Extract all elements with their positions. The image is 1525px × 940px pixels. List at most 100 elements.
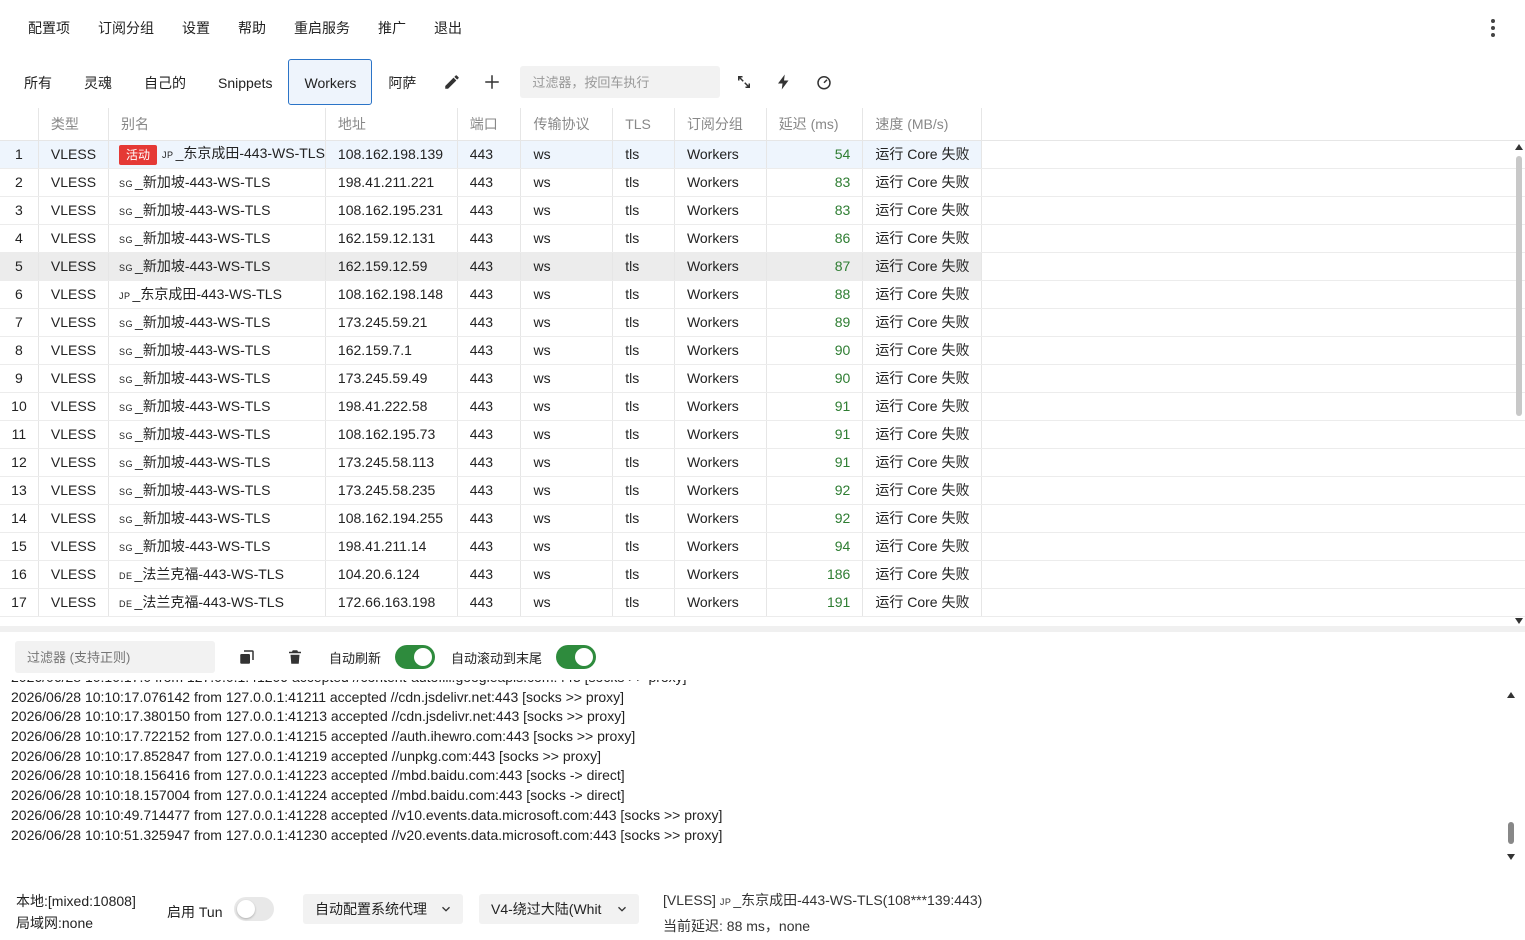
cell-index: 11	[0, 420, 39, 449]
col-index[interactable]	[0, 108, 39, 141]
cell-transport: ws	[520, 420, 614, 449]
cell-delay: 186	[766, 560, 864, 589]
cell-port: 443	[457, 336, 522, 365]
tab-workers[interactable]: Workers	[288, 59, 373, 105]
latency-gauge-icon[interactable]	[804, 59, 844, 105]
cell-type: VLESS	[38, 392, 110, 421]
menu-help[interactable]: 帮助	[224, 0, 280, 56]
cell-group: Workers	[674, 196, 767, 225]
table-row[interactable]: 15 VLESS SG _新加坡-443-WS-TLS 198.41.211.14 443…	[0, 532, 1525, 561]
table-row[interactable]: 1 VLESS 活动 JP _东京成田-443-WS-TLS 108.162.198.13…	[0, 140, 1525, 169]
cell-index: 8	[0, 336, 39, 365]
col-group[interactable]: 订阅分组	[674, 108, 767, 141]
table-row[interactable]: 13 VLESS SG _新加坡-443-WS-TLS 173.245.58.235 44…	[0, 476, 1525, 505]
tab-own[interactable]: 自己的	[128, 59, 202, 105]
country-code: SG	[119, 543, 134, 553]
pane-splitter[interactable]	[0, 626, 1525, 632]
table-row[interactable]: 16 VLESS DE _法兰克福-443-WS-TLS 104.20.6.124 443…	[0, 560, 1525, 589]
table-row[interactable]: 2 VLESS SG _新加坡-443-WS-TLS 198.41.211.221 443…	[0, 168, 1525, 197]
trash-icon[interactable]	[271, 641, 319, 673]
col-tls[interactable]: TLS	[612, 108, 675, 141]
cell-filler	[981, 560, 1525, 589]
menu-exit[interactable]: 退出	[420, 0, 476, 56]
cell-transport: ws	[520, 588, 614, 617]
cell-type: VLESS	[38, 308, 110, 337]
edit-group-icon[interactable]	[432, 59, 472, 105]
cell-speed: 运行 Core 失败	[862, 252, 983, 281]
table-row[interactable]: 6 VLESS JP _东京成田-443-WS-TLS 108.162.198.148 4…	[0, 280, 1525, 309]
cell-speed: 运行 Core 失败	[862, 532, 983, 561]
auto-refresh-label: 自动刷新	[329, 650, 382, 666]
cell-address: 108.162.194.255	[325, 504, 458, 533]
menu-promotion[interactable]: 推广	[364, 0, 420, 56]
system-proxy-select[interactable]: 自动配置系统代理	[303, 894, 463, 924]
log-scrollbar-thumb[interactable]	[1508, 822, 1514, 844]
tun-toggle[interactable]	[234, 897, 274, 921]
table-row[interactable]: 9 VLESS SG _新加坡-443-WS-TLS 173.245.59.49 443 w…	[0, 364, 1525, 393]
col-port[interactable]: 端口	[457, 108, 522, 141]
log-scroll-down-icon[interactable]	[1507, 854, 1515, 860]
cell-alias: 活动 JP _东京成田-443-WS-TLS	[108, 140, 326, 169]
copy-icon[interactable]	[223, 641, 271, 673]
table-row[interactable]: 8 VLESS SG _新加坡-443-WS-TLS 162.159.7.1 443 ws t…	[0, 336, 1525, 365]
cell-speed: 运行 Core 失败	[862, 588, 983, 617]
col-speed[interactable]: 速度 (MB/s)	[862, 108, 983, 141]
scrollbar-thumb[interactable]	[1516, 156, 1522, 416]
cell-address: 108.162.198.148	[325, 280, 458, 309]
cell-filler	[981, 448, 1525, 477]
cell-group: Workers	[674, 252, 767, 281]
menu-subscription[interactable]: 订阅分组	[84, 0, 168, 56]
table-scrollbar[interactable]	[1515, 144, 1523, 624]
cell-alias: SG _新加坡-443-WS-TLS	[108, 504, 326, 533]
log-scroll-up-icon[interactable]	[1507, 692, 1515, 698]
log-line: 2026/06/28 10:10:17.852847 from 127.0.0.…	[11, 747, 601, 764]
col-transport[interactable]: 传输协议	[520, 108, 614, 141]
table-row[interactable]: 12 VLESS SG _新加坡-443-WS-TLS 173.245.58.113 44…	[0, 448, 1525, 477]
table-row[interactable]: 3 VLESS SG _新加坡-443-WS-TLS 108.162.195.231 44…	[0, 196, 1525, 225]
table-row[interactable]: 7 VLESS SG _新加坡-443-WS-TLS 173.245.59.21 443 w…	[0, 308, 1525, 337]
log-filter-input[interactable]	[15, 641, 215, 673]
menu-settings[interactable]: 设置	[168, 0, 224, 56]
table-row[interactable]: 11 VLESS SG _新加坡-443-WS-TLS 108.162.195.73 44…	[0, 420, 1525, 449]
cell-speed: 运行 Core 失败	[862, 308, 983, 337]
add-group-icon[interactable]	[472, 59, 512, 105]
menu-restart-service[interactable]: 重启服务	[280, 0, 364, 56]
menu-config[interactable]: 配置项	[14, 0, 84, 56]
speed-test-bolt-icon[interactable]	[764, 59, 804, 105]
tab-asa[interactable]: 阿萨	[372, 59, 432, 105]
col-delay[interactable]: 延迟 (ms)	[766, 108, 864, 141]
cell-type: VLESS	[38, 560, 110, 589]
scroll-up-arrow-icon[interactable]	[1515, 144, 1523, 150]
tab-snippets[interactable]: Snippets	[202, 59, 288, 105]
table-row[interactable]: 17 VLESS DE _法兰克福-443-WS-TLS 172.66.163.198 4…	[0, 588, 1525, 617]
server-filter-input[interactable]	[520, 66, 721, 98]
log-output[interactable]: 2026/06/28 10:10:17.0 from 127.0.0.1:412…	[0, 680, 1525, 878]
cell-port: 443	[457, 448, 522, 477]
cell-index: 12	[0, 448, 39, 477]
cell-tls: tls	[612, 140, 675, 169]
auto-refresh-toggle[interactable]	[395, 645, 436, 669]
routing-value: V4-绕过大陆(Whit	[491, 901, 602, 917]
col-address[interactable]: 地址	[325, 108, 458, 141]
tab-soul[interactable]: 灵魂	[68, 59, 128, 105]
col-type[interactable]: 类型	[38, 108, 110, 141]
routing-select[interactable]: V4-绕过大陆(Whit	[479, 894, 639, 924]
cell-filler	[981, 336, 1525, 365]
scroll-down-arrow-icon[interactable]	[1515, 618, 1523, 624]
alias-text: _东京成田-443-WS-TLS	[175, 145, 325, 162]
table-row[interactable]: 4 VLESS SG _新加坡-443-WS-TLS 162.159.12.131 443…	[0, 224, 1525, 253]
cell-speed: 运行 Core 失败	[862, 280, 983, 309]
col-alias[interactable]: 别名	[108, 108, 326, 141]
cell-group: Workers	[674, 504, 767, 533]
cell-tls: tls	[612, 532, 675, 561]
tab-all[interactable]: 所有	[8, 59, 68, 105]
more-options-icon[interactable]	[1483, 18, 1503, 38]
table-row[interactable]: 10 VLESS SG _新加坡-443-WS-TLS 198.41.222.58 443…	[0, 392, 1525, 421]
expand-icon[interactable]	[724, 59, 764, 105]
table-row[interactable]: 5 VLESS SG _新加坡-443-WS-TLS 162.159.12.59 443 w…	[0, 252, 1525, 281]
cell-group: Workers	[674, 280, 767, 309]
cell-filler	[981, 252, 1525, 281]
table-row[interactable]: 14 VLESS SG _新加坡-443-WS-TLS 108.162.194.255 4…	[0, 504, 1525, 533]
auto-scroll-toggle[interactable]	[556, 645, 597, 669]
log-scrollbar[interactable]	[1507, 692, 1515, 860]
